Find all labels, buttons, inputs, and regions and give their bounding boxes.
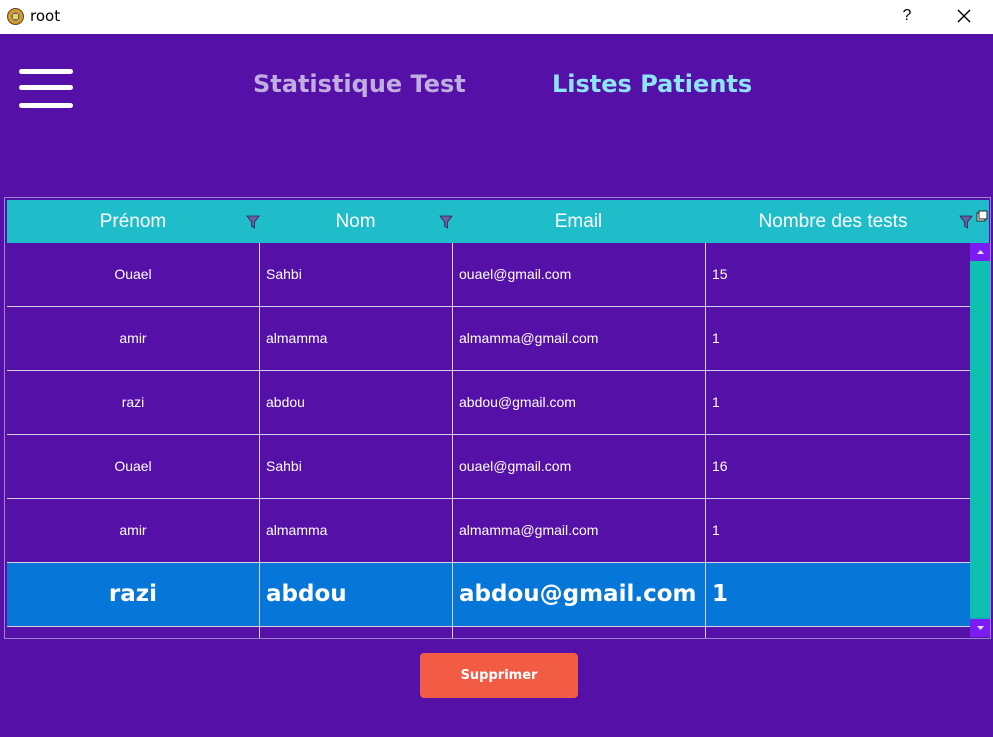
cell-nombre-tests: 1 <box>712 522 720 538</box>
patients-table: Prénom Nom Email Nombre des tests Ouael S… <box>4 197 991 639</box>
column-header-nombre-tests[interactable]: Nombre des tests <box>705 200 961 243</box>
cell-prenom: Ouael <box>114 458 152 474</box>
cell-prenom: amir <box>119 522 147 538</box>
table-row[interactable]: Ouael Sahbi ouael@gmail.com 16 <box>7 435 970 499</box>
window-titlebar: root ? <box>0 0 993 34</box>
cell-nom: abdou <box>266 581 347 607</box>
vertical-scrollbar[interactable] <box>970 243 990 637</box>
nav-statistique-test[interactable]: Statistique Test <box>253 70 466 98</box>
hamburger-menu-icon[interactable] <box>19 68 74 110</box>
table-row[interactable]: amir almamma almamma@gmail.com 1 <box>7 307 970 371</box>
table-body: Ouael Sahbi ouael@gmail.com 15 amir almamma al… <box>7 243 970 638</box>
column-header-email[interactable]: Email <box>452 200 705 243</box>
table-row[interactable]: Ouael Sahbi ouael@gmail.com 15 <box>7 243 970 307</box>
cell-prenom: razi <box>121 394 145 410</box>
cell-email: abdou@gmail.com <box>459 581 697 607</box>
cell-prenom: razi <box>108 581 158 607</box>
python-gear-icon <box>7 8 24 25</box>
cell-nom: Sahbi <box>266 266 302 282</box>
cell-email: almamma@gmail.com <box>459 522 599 538</box>
nav-listes-patients[interactable]: Listes Patients <box>552 70 752 98</box>
delete-button[interactable]: Supprimer <box>420 653 578 698</box>
arrow-up-icon[interactable] <box>970 243 990 261</box>
arrow-down-icon[interactable] <box>970 619 990 637</box>
cell-nombre-tests: 1 <box>712 581 729 607</box>
table-row[interactable]: razi abdou abdou@gmail.com 1 <box>7 371 970 435</box>
cell-nombre-tests: 15 <box>712 266 728 282</box>
filter-funnel-icon[interactable] <box>246 214 260 230</box>
cell-email: ouael@gmail.com <box>459 458 572 474</box>
cell-prenom: Ouael <box>114 266 152 282</box>
column-divider <box>705 243 706 638</box>
cell-email: almamma@gmail.com <box>459 330 599 346</box>
close-icon[interactable] <box>950 4 978 28</box>
column-header-nom[interactable]: Nom <box>259 200 452 243</box>
filter-funnel-icon[interactable] <box>959 214 973 230</box>
cell-nom: Sahbi <box>266 458 302 474</box>
table-row[interactable]: razi abdou abdou@gmail.com 1 <box>7 563 970 627</box>
cell-nombre-tests: 1 <box>712 330 720 346</box>
help-button[interactable]: ? <box>896 4 918 28</box>
cell-nombre-tests: 1 <box>712 394 720 410</box>
main-panel: Statistique Test Listes Patients Prénom … <box>0 34 993 737</box>
column-header-prenom[interactable]: Prénom <box>7 200 259 243</box>
table-header: Prénom Nom Email Nombre des tests <box>7 200 989 243</box>
table-row[interactable]: amir almamma almamma@gmail.com 1 <box>7 499 970 563</box>
cell-nom: abdou <box>266 394 305 410</box>
cell-nom: almamma <box>266 330 328 346</box>
column-chooser-icon[interactable] <box>976 210 988 222</box>
cell-nombre-tests: 16 <box>712 458 728 474</box>
cell-prenom: amir <box>119 330 147 346</box>
cell-nom: almamma <box>266 522 328 538</box>
cell-email: abdou@gmail.com <box>459 394 576 410</box>
column-divider <box>259 243 260 638</box>
filter-funnel-icon[interactable] <box>439 214 453 230</box>
column-divider <box>452 243 453 638</box>
cell-email: ouael@gmail.com <box>459 266 572 282</box>
window-title: root <box>30 7 61 25</box>
scrollbar-thumb[interactable] <box>970 261 990 617</box>
